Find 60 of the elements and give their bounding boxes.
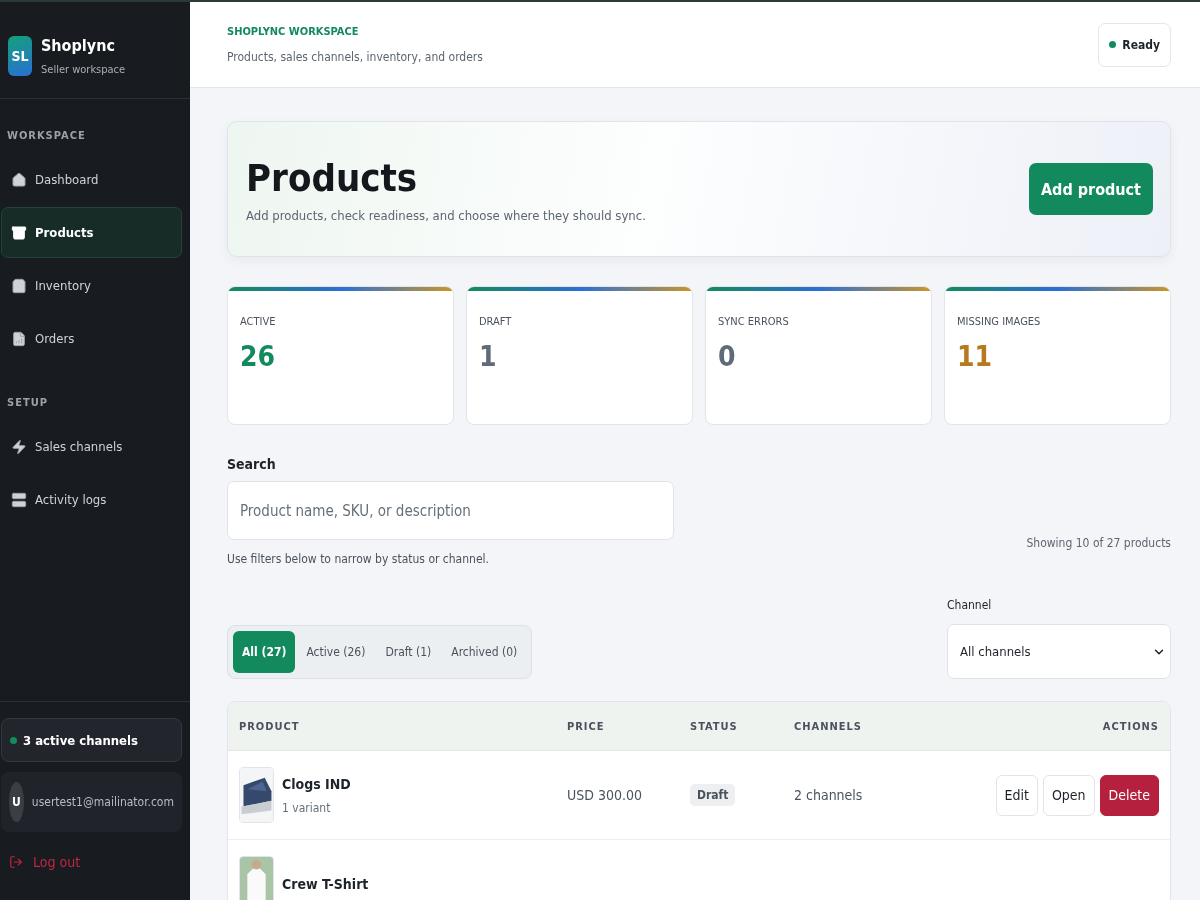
page-title: Products: [246, 155, 419, 200]
filter-tab[interactable]: Draft (1): [376, 631, 441, 673]
price-cell-text: USD 300.00: [567, 787, 643, 803]
stat-value: 0: [717, 339, 737, 373]
nav-item[interactable]: Dashboard: [1, 154, 182, 205]
lightning-icon: [11, 438, 27, 455]
workspace-title: SHOPLYNC WORKSPACE: [227, 25, 360, 38]
logout-icon: [9, 855, 23, 869]
stat-label: MISSING IMAGES: [956, 314, 1042, 328]
add-product-button[interactable]: Add product: [1028, 163, 1153, 215]
action-button[interactable]: Edit: [995, 774, 1038, 816]
column-header: ACTIONS: [1101, 719, 1159, 733]
nav-item[interactable]: Activity logs: [1, 474, 182, 525]
search-hint: Use filters below to narrow by status or channel.: [227, 552, 490, 566]
status-text: Ready: [1122, 37, 1160, 52]
variant-count: 1 variant: [282, 800, 332, 815]
document-chart-icon: [11, 330, 27, 347]
channel-status-text: 3 active channels: [23, 732, 138, 748]
channel-label: Channel: [947, 598, 993, 612]
product-name: Crew T-Shirt: [282, 876, 369, 892]
nav-item[interactable]: Sales channels: [1, 421, 182, 472]
stat-label: SYNC ERRORS: [717, 314, 790, 328]
filter-tab[interactable]: Active (26): [297, 631, 375, 673]
workspace-subtitle: Products, sales channels, inventory, and orders: [227, 50, 483, 64]
archive-box-icon: [11, 224, 27, 241]
channels-cell-text: 2 channels: [794, 787, 864, 803]
status-dot: [1109, 41, 1117, 48]
nav-item[interactable]: Inventory: [1, 260, 182, 311]
search-field[interactable]: Product name, SKU, or description: [227, 481, 674, 540]
status-badge: Draft: [690, 784, 736, 806]
nav-item[interactable]: Orders: [1, 313, 182, 364]
result-count: Showing 10 of 27 products: [1026, 536, 1171, 550]
channel-select[interactable]: All channels: [947, 624, 1171, 679]
section-heading: SETUP: [6, 395, 49, 411]
filter-tab[interactable]: Archived (0): [442, 631, 527, 673]
filter-tab[interactable]: All (27): [233, 631, 296, 673]
logo: SL: [8, 36, 32, 76]
delete-button[interactable]: Delete: [1099, 774, 1159, 816]
server-icon: [11, 491, 27, 508]
house-icon: [11, 171, 27, 188]
section-heading: WORKSPACE: [6, 128, 87, 144]
action-button[interactable]: Open: [1042, 774, 1095, 816]
stat-value: 11: [956, 339, 994, 373]
search-label: Search: [227, 456, 277, 472]
page-description: Add products, check readiness, and choose where they should sync.: [246, 207, 646, 223]
stat-value: 1: [478, 339, 498, 373]
column-header: PRICE: [567, 719, 606, 733]
column-header: STATUS: [690, 719, 739, 733]
nav-item[interactable]: Products: [1, 207, 182, 258]
stat-label: DRAFT: [478, 314, 513, 328]
user-avatar: U: [9, 782, 24, 822]
user-email: usertest1@mailinator.com: [31, 795, 174, 809]
brand-name: Shoplync: [41, 36, 116, 55]
stat-label: ACTIVE: [239, 314, 277, 328]
brand-subtitle: Seller workspace: [41, 63, 126, 76]
column-header: CHANNELS: [794, 719, 863, 733]
product-name: Clogs IND: [282, 775, 351, 792]
column-header: PRODUCT: [239, 719, 301, 733]
stat-value: 26: [239, 339, 277, 373]
status-dot: [10, 736, 17, 744]
